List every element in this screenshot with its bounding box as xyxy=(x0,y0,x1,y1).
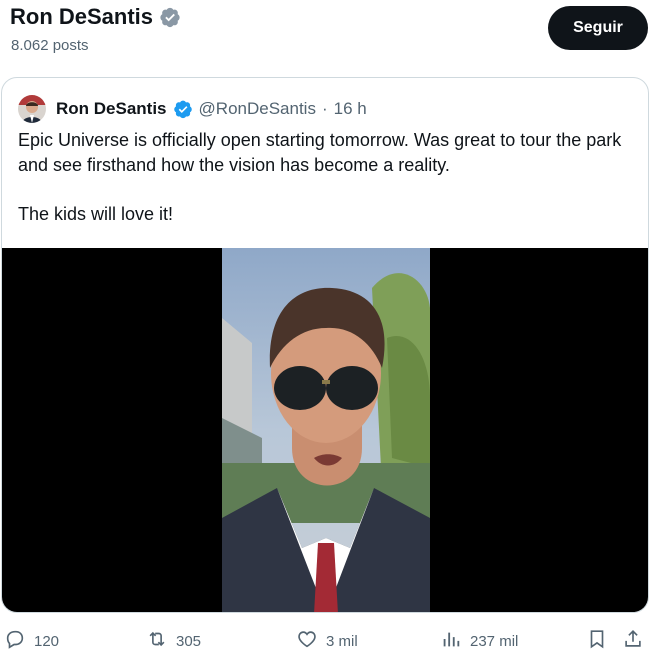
like-count: 3 mil xyxy=(326,632,358,650)
post-actions-bar: 120 305 3 mil 237 mil xyxy=(0,624,652,660)
like-button[interactable]: 3 mil xyxy=(296,628,358,654)
repost-icon xyxy=(146,628,168,654)
post-count: 8.062 posts xyxy=(11,37,89,54)
reply-count: 120 xyxy=(34,632,60,650)
quoted-author-name[interactable]: Ron DeSantis xyxy=(56,99,167,119)
post-text-paragraph: Epic Universe is officially open startin… xyxy=(18,130,622,175)
views-button[interactable]: 237 mil xyxy=(440,628,518,654)
reply-icon xyxy=(4,628,26,654)
views-icon xyxy=(440,628,462,654)
share-button[interactable] xyxy=(622,628,644,654)
separator-dot: · xyxy=(321,99,328,118)
repost-count: 305 xyxy=(176,632,202,650)
share-icon xyxy=(622,628,644,654)
profile-name-text[interactable]: Ron DeSantis xyxy=(10,4,153,30)
bookmark-icon xyxy=(586,628,608,654)
post-timestamp[interactable]: 16 h xyxy=(334,99,367,119)
quoted-post-text: Epic Universe is officially open startin… xyxy=(18,128,638,227)
views-count: 237 mil xyxy=(470,632,519,650)
bookmark-button[interactable] xyxy=(586,628,608,654)
profile-header: Ron DeSantis 8.062 posts Seguir xyxy=(0,0,652,62)
video-frame xyxy=(222,248,430,612)
verified-badge-icon xyxy=(173,99,193,119)
like-icon xyxy=(296,628,318,654)
video-player[interactable] xyxy=(2,248,648,612)
reply-button[interactable]: 120 xyxy=(4,628,59,654)
repost-button[interactable]: 305 xyxy=(146,628,201,654)
verified-badge-icon xyxy=(159,6,181,28)
avatar[interactable] xyxy=(18,95,46,123)
follow-button[interactable]: Seguir xyxy=(548,6,648,50)
quoted-post-card[interactable]: Ron DeSantis @RonDeSantis · 16 h Epic Un… xyxy=(1,77,649,613)
profile-name[interactable]: Ron DeSantis xyxy=(10,4,181,30)
quoted-post-header: Ron DeSantis @RonDeSantis · 16 h xyxy=(18,95,367,123)
quoted-author-handle[interactable]: @RonDeSantis xyxy=(199,99,316,119)
post-text-paragraph: The kids will love it! xyxy=(18,204,174,224)
